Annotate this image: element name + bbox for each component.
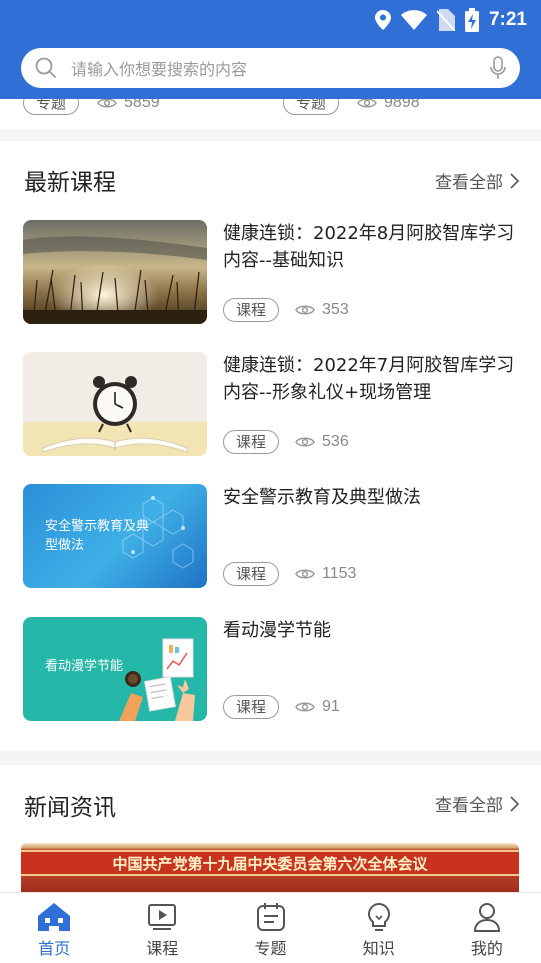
eye-icon	[295, 437, 315, 447]
course-thumbnail	[23, 220, 207, 324]
bottom-tab-bar: 首页 课程 专题 知识 我的	[0, 892, 541, 963]
course-tag: 课程	[223, 695, 280, 719]
topic-tag: 专题	[23, 99, 80, 115]
microphone-icon[interactable]	[490, 56, 506, 80]
user-icon	[473, 903, 500, 932]
section-title: 最新课程	[24, 170, 116, 196]
eye-icon	[295, 569, 315, 579]
tab-label: 课程	[146, 939, 179, 958]
view-count-value: 9898	[384, 99, 420, 111]
tab-label: 我的	[470, 939, 503, 958]
tab-courses[interactable]: 课程	[108, 893, 216, 963]
course-item[interactable]: 安全警示教育及典型做法 安全警示教育及典型做法 课程 1153	[0, 484, 541, 590]
battery-charging-icon	[464, 8, 479, 32]
course-tag: 课程	[223, 298, 280, 322]
course-tag: 课程	[223, 430, 280, 454]
course-thumbnail: 安全警示教育及典型做法	[23, 484, 207, 588]
topic-list-icon	[256, 903, 285, 931]
chevron-right-icon	[510, 795, 519, 812]
eye-icon	[295, 702, 315, 712]
course-title: 看动漫学节能	[223, 620, 331, 641]
status-bar: 7:21	[0, 0, 541, 38]
view-count: 536	[295, 433, 349, 451]
eye-icon	[97, 99, 117, 108]
tab-label: 首页	[38, 939, 71, 958]
view-count: 91	[295, 698, 340, 716]
thumbnail-caption: 看动漫学节能	[45, 659, 124, 674]
list-item[interactable]: 专题 9898	[283, 99, 420, 115]
topic-list-partial: 专题 5859 专题 9898	[0, 99, 541, 129]
search-input[interactable]: 请输入你想要搜索的内容	[71, 56, 490, 80]
thumbnail-caption: 安全警示教育及典型做法	[45, 519, 150, 553]
tab-topics[interactable]: 专题	[216, 893, 324, 963]
tab-label: 专题	[254, 939, 287, 958]
tab-home[interactable]: 首页	[0, 893, 108, 963]
view-count: 9898	[357, 99, 420, 112]
view-count-value: 353	[322, 301, 349, 318]
course-title: 健康连锁：2022年7月阿胶智库学习内容--形象礼仪+现场管理	[223, 355, 515, 403]
status-time: 7:21	[488, 9, 527, 30]
wifi-icon	[400, 10, 427, 30]
course-item[interactable]: 健康连锁：2022年8月阿胶智库学习内容--基础知识 课程 353	[0, 220, 541, 326]
search-icon	[35, 57, 56, 78]
course-title: 安全警示教育及典型做法	[223, 487, 421, 508]
tab-knowledge[interactable]: 知识	[325, 893, 433, 963]
course-title: 健康连锁：2022年8月阿胶智库学习内容--基础知识	[223, 223, 515, 271]
latest-courses-section: 最新课程 查看全部 健康连锁：2022年8月阿胶智库学习内容--基础知识 课程 …	[0, 141, 541, 751]
view-count: 353	[295, 301, 349, 319]
course-meta: 课程 536	[223, 430, 349, 454]
view-count: 5859	[97, 99, 160, 112]
course-meta: 课程 91	[223, 695, 340, 719]
course-meta: 课程 1153	[223, 562, 356, 586]
view-all-label: 查看全部	[435, 796, 503, 816]
view-count: 1153	[295, 565, 356, 583]
view-all-news-link[interactable]: 查看全部	[435, 791, 519, 816]
news-banner-text: 中国共产党第十九届中央委员会第六次全体会议	[112, 855, 428, 873]
video-play-icon	[148, 904, 177, 930]
view-count-value: 1153	[322, 565, 357, 582]
course-thumbnail: 看动漫学节能	[23, 617, 207, 721]
view-all-courses-link[interactable]: 查看全部	[435, 168, 519, 193]
view-all-label: 查看全部	[435, 173, 503, 193]
section-header: 最新课程 查看全部	[0, 141, 541, 219]
eye-icon	[357, 99, 377, 108]
news-section: 新闻资讯 查看全部 中国共产党第十九届中央委员会第六次全体会议	[0, 765, 541, 903]
section-header: 新闻资讯 查看全部	[0, 765, 541, 843]
list-item[interactable]: 专题 5859	[23, 99, 160, 115]
course-item[interactable]: 看动漫学节能 看动漫学节能 课程 91	[0, 617, 541, 723]
no-sim-icon	[436, 9, 455, 31]
eye-icon	[295, 305, 315, 315]
chevron-right-icon	[510, 172, 519, 189]
app-header: 7:21 请输入你想要搜索的内容	[0, 0, 541, 99]
course-item[interactable]: 健康连锁：2022年7月阿胶智库学习内容--形象礼仪+现场管理 课程 536	[0, 352, 541, 458]
topic-tag: 专题	[283, 99, 340, 115]
view-count-value: 536	[322, 433, 349, 450]
section-title: 新闻资讯	[24, 795, 116, 821]
course-tag: 课程	[223, 562, 280, 586]
lightbulb-icon	[367, 902, 390, 931]
view-count-value: 91	[322, 698, 340, 715]
location-icon	[374, 10, 391, 30]
course-thumbnail	[23, 352, 207, 456]
tab-label: 知识	[362, 939, 395, 958]
tab-profile[interactable]: 我的	[433, 893, 541, 963]
home-icon	[38, 903, 71, 931]
view-count-value: 5859	[124, 99, 160, 111]
search-bar[interactable]: 请输入你想要搜索的内容	[21, 48, 520, 88]
course-meta: 课程 353	[223, 298, 349, 322]
